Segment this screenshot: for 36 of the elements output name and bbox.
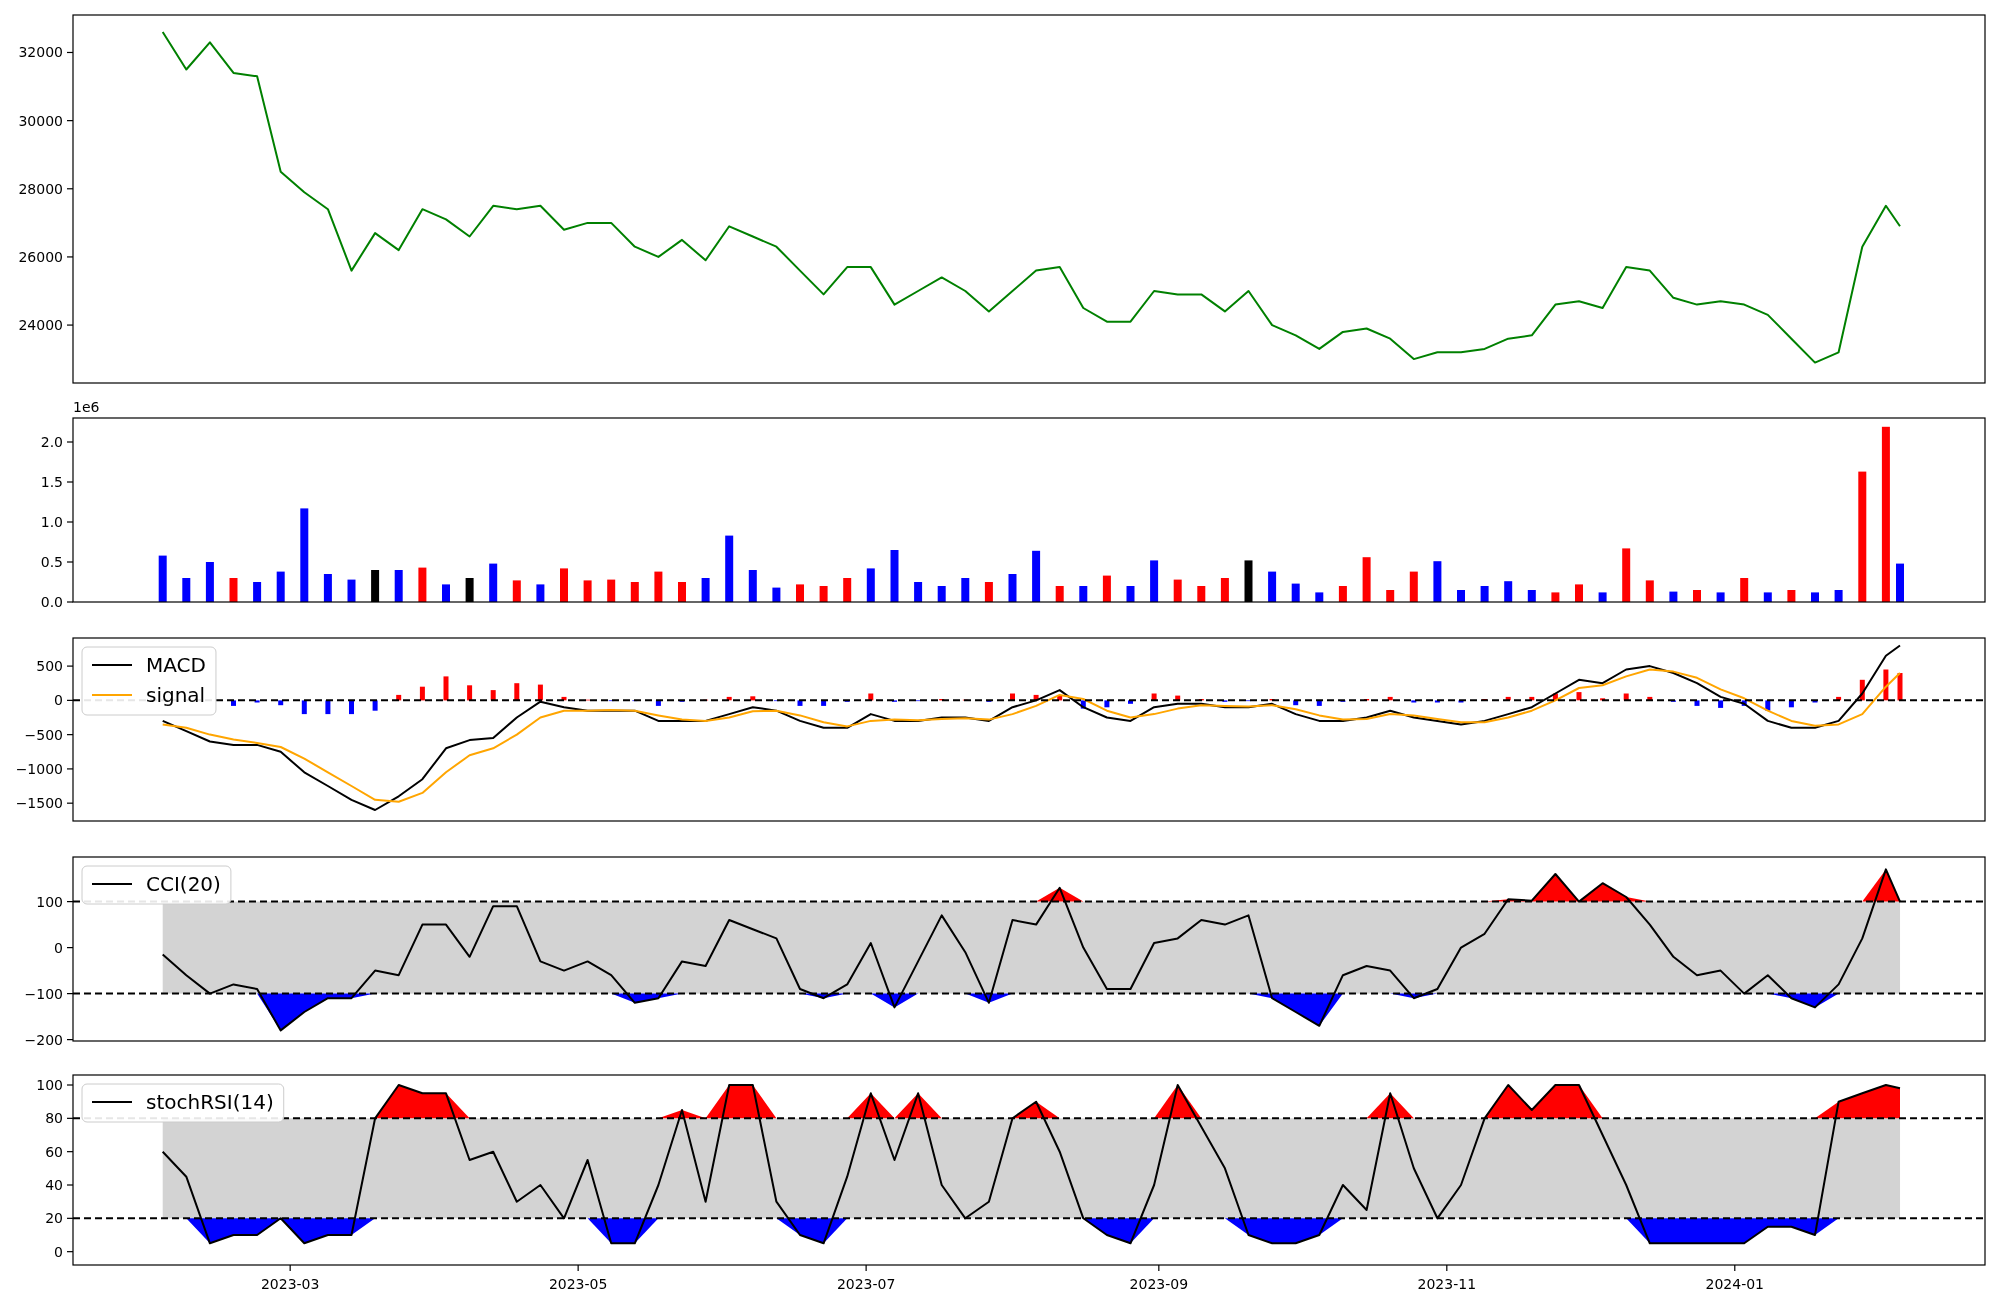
tick-label: −500 bbox=[24, 726, 63, 743]
legend-label: CCI(20) bbox=[146, 872, 221, 896]
tick-label: 0 bbox=[54, 692, 63, 709]
legend-label: stochRSI(14) bbox=[146, 1090, 274, 1114]
tick-label: 60 bbox=[45, 1143, 63, 1160]
tick-label: 2024-01 bbox=[1705, 1276, 1765, 1292]
tick-label: 80 bbox=[45, 1110, 63, 1127]
tick-label: 32000 bbox=[18, 44, 63, 61]
tick-label: 2023-07 bbox=[836, 1276, 896, 1292]
tick-label: 2023-09 bbox=[1129, 1276, 1189, 1292]
tick-label: 0.0 bbox=[40, 594, 63, 610]
tick-label: 20 bbox=[45, 1210, 63, 1227]
tick-label: 2023-03 bbox=[260, 1276, 320, 1292]
tick-label: 0 bbox=[54, 1243, 63, 1260]
tick-label: 100 bbox=[36, 893, 63, 910]
tick-label: 0 bbox=[54, 939, 63, 956]
tick-label: 2023-05 bbox=[548, 1276, 608, 1292]
tick-label: −1000 bbox=[15, 760, 63, 777]
tick-label: −100 bbox=[24, 985, 63, 1002]
tick-label: 100 bbox=[36, 1077, 63, 1093]
tick-label: 40 bbox=[45, 1177, 63, 1193]
tick-label: 500 bbox=[36, 658, 63, 675]
tick-label: 26000 bbox=[18, 248, 63, 265]
legend-label: MACD bbox=[146, 653, 206, 677]
tick-label: 2023-11 bbox=[1417, 1276, 1477, 1292]
tick-label: 2.0 bbox=[40, 434, 63, 450]
axis-offset-label: 1e6 bbox=[73, 400, 100, 415]
legend-label: signal bbox=[146, 683, 206, 707]
tick-label: 30000 bbox=[18, 112, 63, 129]
tick-label: −200 bbox=[24, 1031, 63, 1048]
tick-label: 1.5 bbox=[40, 474, 63, 490]
tick-label: 24000 bbox=[18, 317, 63, 334]
tick-label: −1500 bbox=[15, 795, 63, 812]
tick-label: 1.0 bbox=[40, 514, 63, 530]
tick-label: 28000 bbox=[18, 180, 63, 197]
tick-label: 0.5 bbox=[40, 554, 63, 570]
